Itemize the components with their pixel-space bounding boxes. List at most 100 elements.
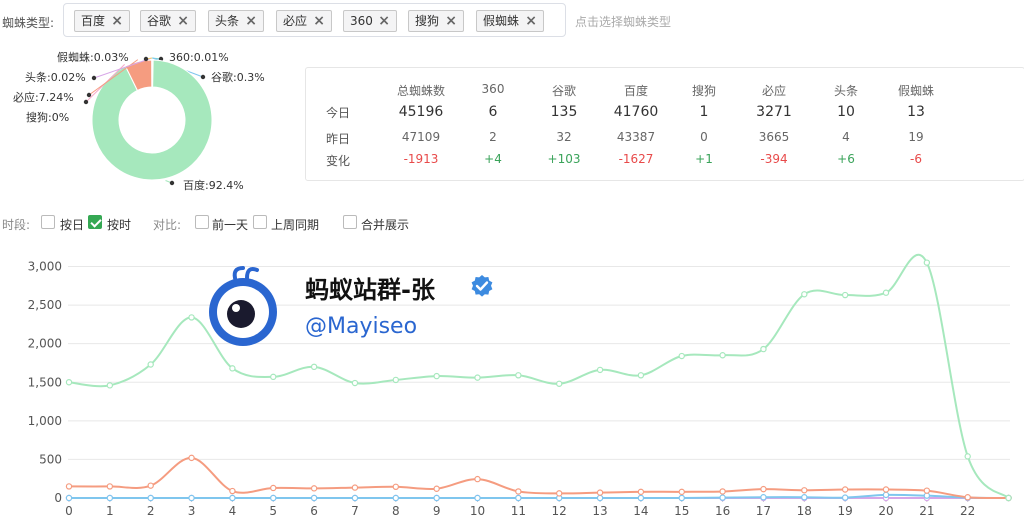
- by-hour-label[interactable]: 按时: [107, 216, 131, 233]
- series-point[interactable]: [719, 488, 726, 495]
- series-point[interactable]: [433, 494, 440, 502]
- series-point[interactable]: [637, 494, 645, 502]
- close-icon[interactable]: ×: [378, 11, 390, 31]
- series-point[interactable]: [147, 494, 154, 502]
- tag-select-box[interactable]: 百度 × 谷歌 × 头条 × 必应 × 360 × 搜狗 × 假蜘蛛 ×: [63, 3, 566, 37]
- series-point[interactable]: [964, 453, 971, 460]
- series-point[interactable]: [556, 490, 563, 497]
- series-point[interactable]: [351, 379, 359, 387]
- series-point[interactable]: [229, 494, 236, 502]
- series-point[interactable]: [188, 314, 195, 321]
- stats-yesterday-value: 3665: [758, 130, 790, 144]
- series-point[interactable]: [106, 494, 114, 502]
- close-icon[interactable]: ×: [445, 11, 457, 31]
- prev-day-label[interactable]: 前一天: [212, 216, 248, 233]
- select-placeholder[interactable]: 点击选择蜘蛛类型: [575, 13, 671, 30]
- by-day-checkbox[interactable]: [41, 215, 55, 229]
- last-week-checkbox[interactable]: [253, 215, 267, 229]
- series-point[interactable]: [678, 494, 685, 502]
- series-point[interactable]: [596, 489, 604, 496]
- series-point[interactable]: [392, 376, 399, 384]
- series-point[interactable]: [474, 374, 481, 381]
- series-point[interactable]: [147, 361, 154, 368]
- last-week-label[interactable]: 上周同期: [271, 216, 319, 233]
- close-icon[interactable]: ×: [525, 11, 537, 31]
- prev-day-checkbox[interactable]: [195, 215, 209, 229]
- series-point[interactable]: [229, 487, 236, 495]
- series-point[interactable]: [719, 494, 726, 501]
- series-point[interactable]: [964, 494, 971, 501]
- series-point[interactable]: [515, 494, 522, 502]
- stats-today-value: 13: [907, 104, 925, 120]
- series-point[interactable]: [596, 366, 604, 374]
- series-point[interactable]: [474, 475, 481, 483]
- series-point[interactable]: [106, 382, 114, 389]
- close-icon[interactable]: ×: [177, 11, 189, 31]
- close-icon[interactable]: ×: [245, 11, 257, 31]
- series-point[interactable]: [310, 494, 318, 502]
- merge-label[interactable]: 合并展示: [361, 216, 409, 233]
- tag-bing[interactable]: 必应 ×: [276, 10, 332, 32]
- tag-fake-spider[interactable]: 假蜘蛛 ×: [476, 10, 544, 32]
- stats-header: 总蜘蛛数: [396, 84, 446, 98]
- series-point[interactable]: [310, 363, 318, 371]
- series-point[interactable]: [65, 494, 73, 502]
- merge-checkbox[interactable]: [343, 215, 357, 229]
- y-tick-label: 1,500: [28, 375, 62, 389]
- series-point[interactable]: [65, 483, 73, 490]
- series-point[interactable]: [678, 352, 685, 360]
- series-point[interactable]: [351, 484, 359, 491]
- series-point[interactable]: [801, 494, 808, 501]
- series-point[interactable]: [596, 494, 604, 502]
- series-point[interactable]: [106, 483, 114, 490]
- tag-sogou[interactable]: 搜狗 ×: [408, 10, 464, 32]
- series-point[interactable]: [270, 373, 277, 381]
- series-point[interactable]: [310, 485, 318, 492]
- series-point[interactable]: [433, 372, 440, 380]
- series-point[interactable]: [229, 365, 236, 372]
- series-point[interactable]: [637, 488, 645, 496]
- tag-360[interactable]: 360 ×: [343, 10, 397, 32]
- series-point[interactable]: [1005, 494, 1012, 502]
- by-hour-checkbox[interactable]: [88, 215, 102, 229]
- series-point[interactable]: [719, 352, 726, 359]
- stats-today-value: 10: [837, 104, 855, 120]
- stats-header: 百度: [623, 84, 649, 98]
- series-point[interactable]: [65, 379, 73, 386]
- series-point[interactable]: [392, 483, 399, 491]
- series-point[interactable]: [841, 494, 849, 501]
- series-point[interactable]: [841, 291, 849, 299]
- series-point[interactable]: [147, 482, 154, 489]
- series-point[interactable]: [760, 485, 767, 493]
- series-point[interactable]: [515, 488, 522, 495]
- series-point[interactable]: [841, 486, 849, 493]
- series-point[interactable]: [923, 487, 931, 494]
- tag-baidu[interactable]: 百度 ×: [74, 10, 130, 32]
- close-icon[interactable]: ×: [111, 11, 123, 31]
- series-point[interactable]: [882, 486, 890, 493]
- series-point[interactable]: [801, 487, 808, 494]
- series-line-1: [68, 456, 1009, 500]
- series-point[interactable]: [188, 454, 195, 462]
- series-point[interactable]: [678, 488, 685, 496]
- series-point[interactable]: [882, 289, 890, 296]
- series-point[interactable]: [556, 380, 563, 387]
- series-point[interactable]: [515, 372, 522, 379]
- series-point[interactable]: [270, 484, 277, 492]
- series-point[interactable]: [433, 485, 440, 492]
- series-point[interactable]: [801, 291, 808, 298]
- series-point[interactable]: [392, 494, 399, 502]
- series-point[interactable]: [474, 494, 481, 502]
- by-day-label[interactable]: 按日: [60, 216, 84, 233]
- close-icon[interactable]: ×: [313, 11, 325, 31]
- series-point[interactable]: [923, 259, 931, 266]
- series-point[interactable]: [637, 372, 645, 379]
- tag-toutiao[interactable]: 头条 ×: [208, 10, 264, 32]
- series-point[interactable]: [882, 491, 890, 499]
- series-point[interactable]: [270, 494, 277, 502]
- tag-google[interactable]: 谷歌 ×: [140, 10, 196, 32]
- series-point[interactable]: [351, 494, 359, 502]
- series-point[interactable]: [760, 494, 767, 501]
- series-point[interactable]: [760, 345, 767, 353]
- series-point[interactable]: [188, 494, 195, 502]
